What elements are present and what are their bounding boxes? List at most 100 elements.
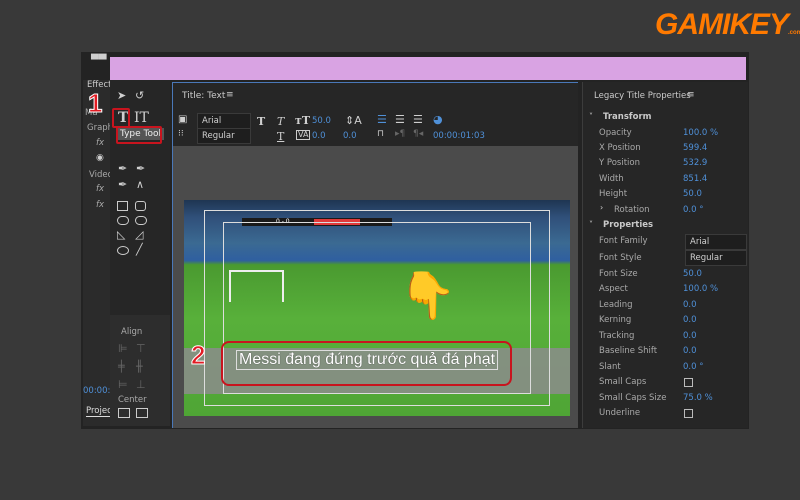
y-position-value[interactable]: 532.9 bbox=[683, 158, 707, 168]
clipped-rect-tool-icon[interactable] bbox=[117, 216, 129, 225]
align-label: Align bbox=[121, 327, 143, 337]
font-size-icon: тT bbox=[295, 114, 311, 127]
chevron-down-icon[interactable]: ˅ bbox=[589, 221, 593, 229]
panel-menu-icon[interactable]: ≡ bbox=[226, 91, 234, 100]
leading-icon: ⇕A bbox=[345, 114, 362, 127]
step-1-marker: 1 bbox=[87, 88, 103, 119]
font-family-label: Font Family bbox=[599, 236, 648, 246]
center-vertical-icon[interactable] bbox=[136, 408, 148, 418]
rectangle-tool-icon[interactable] bbox=[117, 201, 128, 211]
align-left-icon[interactable]: ⊫ bbox=[118, 343, 128, 354]
line-tool-icon[interactable]: ╱ bbox=[136, 244, 143, 255]
underline-checkbox[interactable] bbox=[684, 409, 693, 418]
rounded-corner-tool-icon[interactable] bbox=[135, 216, 147, 225]
tracking-label: Tracking bbox=[599, 331, 635, 341]
align-right-icon[interactable]: ⊨ bbox=[118, 379, 128, 390]
x-position-value[interactable]: 599.4 bbox=[683, 143, 707, 153]
leading-label: Leading bbox=[599, 300, 633, 310]
properties-section[interactable]: Properties bbox=[603, 220, 653, 230]
center-horizontal-icon[interactable] bbox=[118, 408, 130, 418]
roll-crawl-icon[interactable]: ⁝⁝ bbox=[178, 130, 184, 139]
opacity-label: Opacity bbox=[599, 128, 632, 138]
panel-title: Legacy Title Properties bbox=[594, 91, 691, 101]
align-center-text-icon[interactable]: ☰ bbox=[395, 114, 405, 125]
wedge-tool-icon[interactable]: ◺ bbox=[117, 229, 125, 240]
pointing-hand-icon: 👇 bbox=[399, 268, 457, 322]
small-caps-size-value[interactable]: 75.0 % bbox=[683, 393, 713, 403]
height-label: Height bbox=[599, 189, 628, 199]
chevron-right-icon[interactable]: › bbox=[600, 204, 603, 212]
leading-value[interactable]: 0.0 bbox=[343, 131, 357, 141]
font-style-label: Font Style bbox=[599, 253, 642, 263]
align-bottom-icon[interactable]: ⊥ bbox=[136, 379, 146, 390]
kerning-label: Kerning bbox=[599, 315, 632, 325]
type-tool-highlight bbox=[112, 108, 130, 128]
eye-icon[interactable]: ◉ bbox=[96, 154, 104, 163]
font-style-dropdown[interactable]: Regular bbox=[197, 128, 251, 144]
kerning-value[interactable]: 0.0 bbox=[683, 315, 697, 325]
fx-icon[interactable]: fx bbox=[96, 200, 104, 210]
tooltip-highlight bbox=[116, 126, 162, 144]
vertical-type-tool-icon[interactable]: IT bbox=[134, 110, 149, 126]
tracking-value[interactable]: 0.0 bbox=[683, 331, 697, 341]
convert-anchor-icon[interactable]: ∧ bbox=[136, 179, 144, 190]
gamikey-logo: GAMIKEY.com bbox=[655, 8, 800, 41]
template-icon[interactable]: ▣ bbox=[178, 115, 187, 125]
font-size-value[interactable]: 50.0 bbox=[312, 116, 331, 126]
panel-menu-icon[interactable]: ≡ bbox=[687, 91, 695, 100]
kerning-value[interactable]: 0.0 bbox=[312, 131, 326, 141]
show-background-video-icon[interactable]: ◕ bbox=[433, 114, 443, 125]
small-caps-size-label: Small Caps Size bbox=[599, 393, 667, 403]
paragraph-rtl-icon[interactable]: ¶◂ bbox=[413, 130, 423, 139]
fx-icon[interactable]: fx bbox=[96, 184, 104, 194]
y-position-label: Y Position bbox=[599, 158, 640, 168]
align-left-text-icon[interactable]: ☰ bbox=[377, 114, 387, 125]
italic-icon[interactable]: T bbox=[277, 115, 284, 128]
aspect-label: Aspect bbox=[599, 284, 628, 294]
leading-value[interactable]: 0.0 bbox=[683, 300, 697, 310]
rotation-label: Rotation bbox=[614, 205, 650, 215]
effects-panel: Effect Ma Graph fx ◉ Video fx fx 00:00:0… bbox=[83, 80, 116, 426]
underline-label: Underline bbox=[599, 408, 641, 418]
rotation-tool-icon[interactable]: ↺ bbox=[135, 90, 144, 101]
font-style-dropdown[interactable]: Regular bbox=[685, 250, 747, 266]
arc-tool-icon[interactable]: ◿ bbox=[135, 229, 143, 240]
font-size-value[interactable]: 50.0 bbox=[683, 269, 702, 279]
background-timecode[interactable]: 00:00:01:03 bbox=[433, 131, 485, 141]
x-position-label: X Position bbox=[599, 143, 641, 153]
font-family-dropdown[interactable]: Arial bbox=[197, 113, 251, 129]
height-value[interactable]: 50.0 bbox=[683, 189, 702, 199]
baseline-shift-value[interactable]: 0.0 bbox=[683, 346, 697, 356]
opacity-value[interactable]: 100.0 % bbox=[683, 128, 718, 138]
tab-project[interactable]: Projec bbox=[86, 406, 112, 417]
add-anchor-icon[interactable]: ✒ bbox=[118, 179, 127, 190]
font-family-dropdown[interactable]: Arial bbox=[685, 234, 747, 250]
underline-icon[interactable]: T bbox=[277, 130, 284, 143]
tab-stops-icon[interactable]: ⊓ bbox=[377, 130, 384, 139]
align-center-v-icon[interactable]: ╫ bbox=[136, 361, 143, 372]
align-top-icon[interactable]: ⊤ bbox=[136, 343, 146, 354]
bold-icon[interactable]: T bbox=[257, 115, 265, 128]
aspect-value[interactable]: 100.0 % bbox=[683, 284, 718, 294]
small-caps-checkbox[interactable] bbox=[684, 378, 693, 387]
rounded-rect-tool-icon[interactable] bbox=[135, 201, 146, 211]
chevron-down-icon[interactable]: ˅ bbox=[589, 113, 593, 121]
slant-value[interactable]: 0.0 ° bbox=[683, 362, 703, 372]
transform-section[interactable]: Transform bbox=[603, 112, 652, 122]
align-center-h-icon[interactable]: ╪ bbox=[118, 361, 125, 372]
fx-icon[interactable]: fx bbox=[96, 138, 104, 148]
kerning-icon: VA bbox=[296, 130, 311, 140]
center-label: Center bbox=[118, 395, 147, 405]
align-section: Align ⊫ ⊤ ╪ ╫ ⊨ ⊥ Center bbox=[110, 315, 170, 426]
delete-anchor-icon[interactable]: ✒ bbox=[136, 163, 145, 174]
rotation-value[interactable]: 0.0 ° bbox=[683, 205, 703, 215]
width-value[interactable]: 851.4 bbox=[683, 174, 707, 184]
selection-tool-icon[interactable]: ➤ bbox=[117, 90, 126, 101]
pen-tool-icon[interactable]: ✒ bbox=[118, 163, 127, 174]
slant-label: Slant bbox=[599, 362, 621, 372]
baseline-shift-label: Baseline Shift bbox=[599, 346, 658, 356]
paragraph-ltr-icon[interactable]: ▸¶ bbox=[395, 130, 405, 139]
ellipse-tool-icon[interactable] bbox=[117, 246, 129, 255]
small-caps-label: Small Caps bbox=[599, 377, 647, 387]
align-right-text-icon[interactable]: ☰ bbox=[413, 114, 423, 125]
